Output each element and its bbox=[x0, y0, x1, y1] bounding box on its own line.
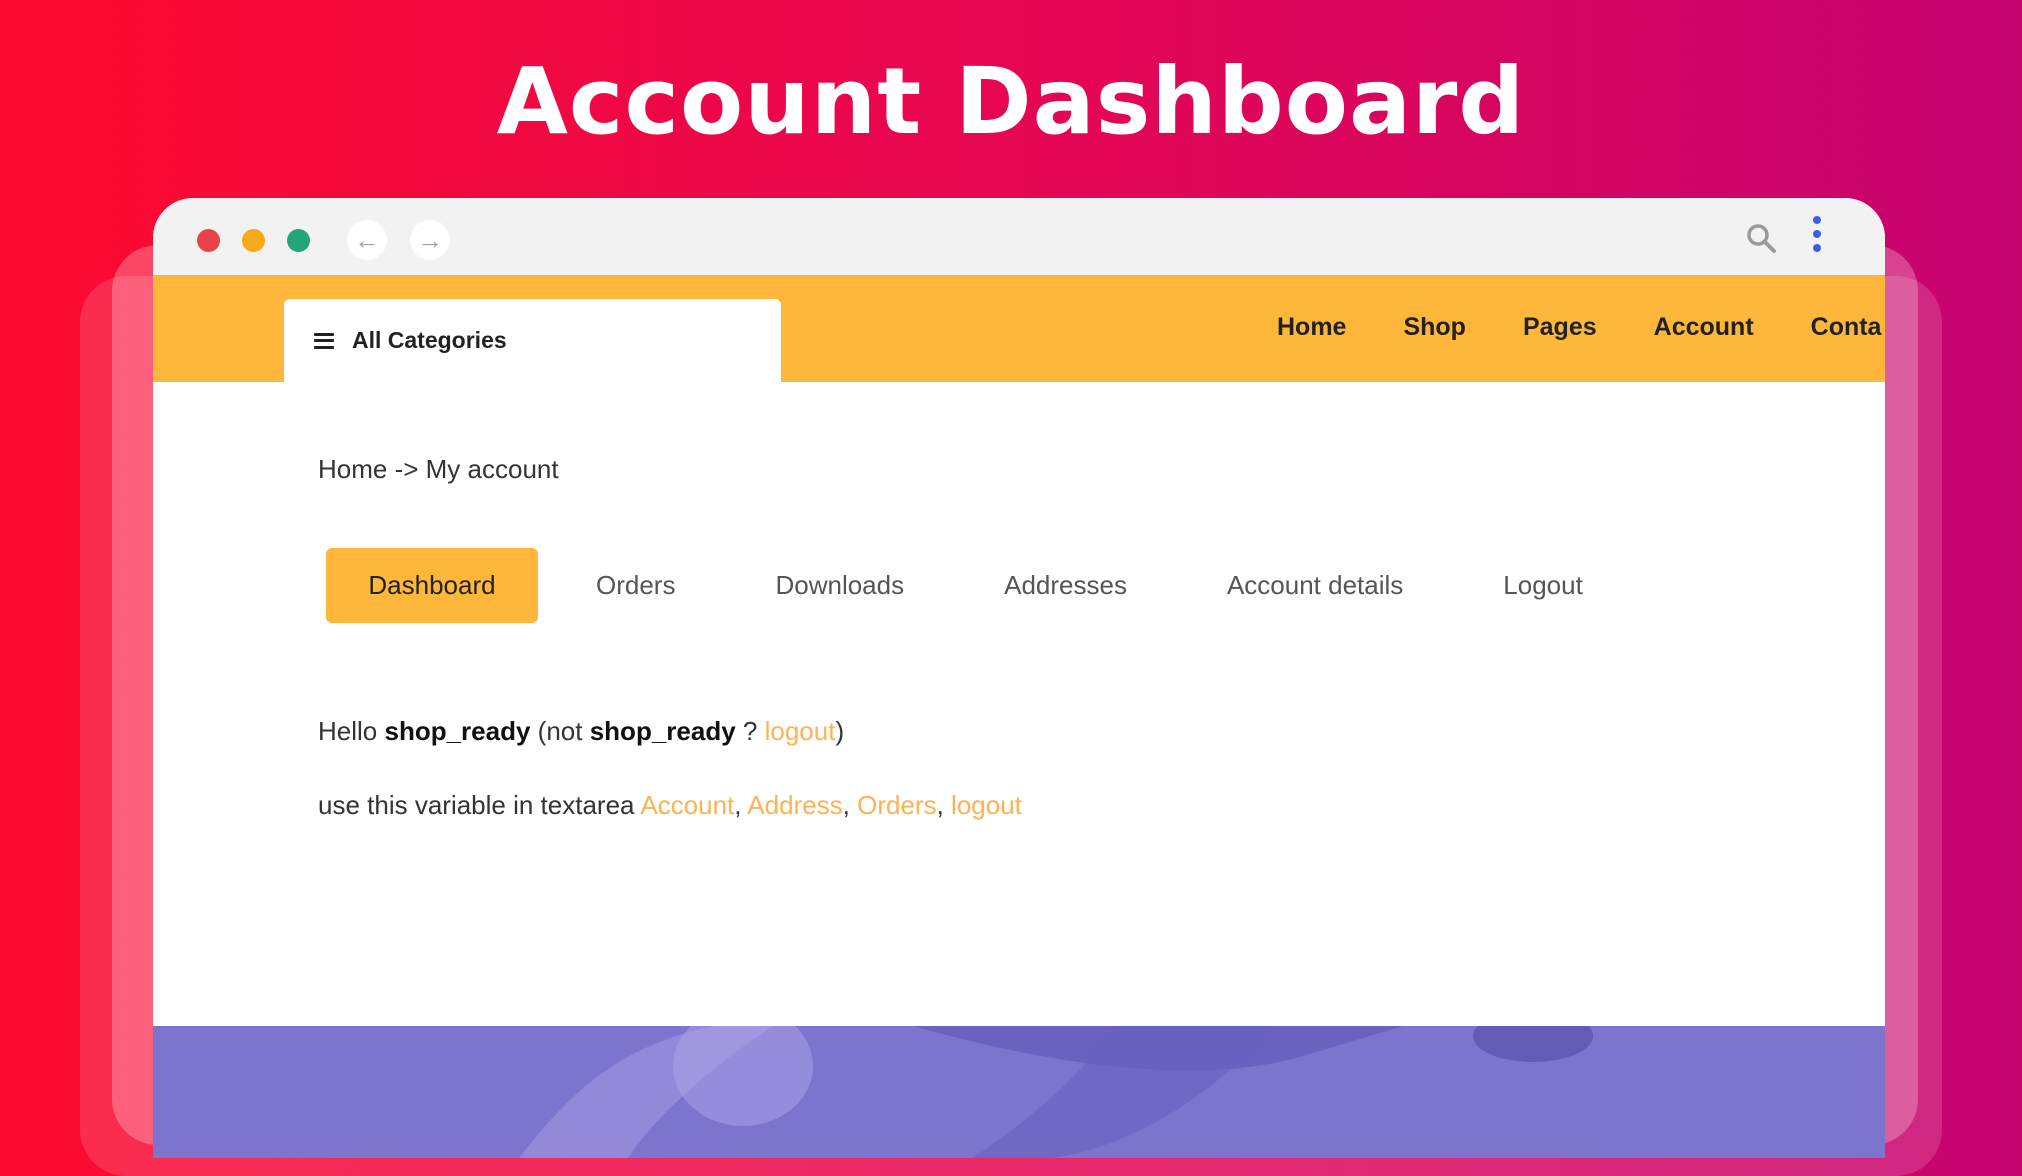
nav-contact[interactable]: Conta bbox=[1811, 313, 1882, 342]
nav-account[interactable]: Account bbox=[1654, 313, 1754, 342]
all-categories-button[interactable]: All Categories bbox=[284, 299, 781, 382]
breadcrumb: Home -> My account bbox=[318, 454, 559, 484]
hint-text: use this variable in textarea bbox=[318, 790, 635, 820]
greeting-close-paren: ) bbox=[835, 716, 845, 746]
all-categories-label: All Categories bbox=[352, 327, 507, 353]
hint-link-orders[interactable]: Orders bbox=[857, 790, 936, 820]
arrow-right-icon[interactable]: → bbox=[410, 220, 450, 260]
variable-hint: use this variable in textarea Account, A… bbox=[318, 790, 1022, 820]
browser-titlebar: ← → bbox=[153, 198, 1885, 275]
nav-home[interactable]: Home bbox=[1277, 313, 1346, 342]
greeting-username: shop_ready bbox=[384, 716, 531, 746]
tab-addresses[interactable]: Addresses bbox=[1004, 548, 1127, 623]
greeting-not-username: shop_ready bbox=[589, 716, 736, 746]
hint-link-logout[interactable]: logout bbox=[951, 790, 1022, 820]
account-tabs: Dashboard Orders Downloads Addresses Acc… bbox=[326, 548, 1583, 623]
browser-window: ← → All Categories Home Shop Pages Accou… bbox=[153, 198, 1885, 1158]
nav-pages[interactable]: Pages bbox=[1523, 313, 1597, 342]
greeting-hello: Hello bbox=[318, 716, 378, 746]
hint-link-account[interactable]: Account bbox=[640, 790, 734, 820]
greeting-not-prefix: (not bbox=[537, 716, 583, 746]
tab-downloads[interactable]: Downloads bbox=[775, 548, 904, 623]
hero-title: Account Dashboard bbox=[496, 48, 1526, 155]
arrow-left-icon[interactable]: ← bbox=[347, 220, 387, 260]
more-vertical-icon[interactable] bbox=[1811, 216, 1823, 260]
tab-dashboard[interactable]: Dashboard bbox=[326, 548, 538, 623]
maximize-window-dot[interactable] bbox=[287, 229, 310, 252]
greeting-text: Hello shop_ready (not shop_ready ? logou… bbox=[318, 716, 844, 747]
greeting-question: ? bbox=[742, 716, 758, 746]
greeting-logout-link[interactable]: logout bbox=[765, 716, 836, 746]
hamburger-icon bbox=[314, 332, 334, 349]
site-header: All Categories Home Shop Pages Account C… bbox=[153, 275, 1885, 382]
close-window-dot[interactable] bbox=[197, 229, 220, 252]
tab-account-details[interactable]: Account details bbox=[1227, 548, 1403, 623]
nav-shop[interactable]: Shop bbox=[1403, 313, 1466, 342]
search-icon[interactable] bbox=[1745, 222, 1779, 256]
promo-banner-image bbox=[153, 1026, 1885, 1158]
tab-orders[interactable]: Orders bbox=[596, 548, 675, 623]
minimize-window-dot[interactable] bbox=[242, 229, 265, 252]
main-nav: Home Shop Pages Account Conta bbox=[1277, 313, 1885, 342]
tab-logout[interactable]: Logout bbox=[1503, 548, 1583, 623]
hint-link-address[interactable]: Address bbox=[747, 790, 842, 820]
